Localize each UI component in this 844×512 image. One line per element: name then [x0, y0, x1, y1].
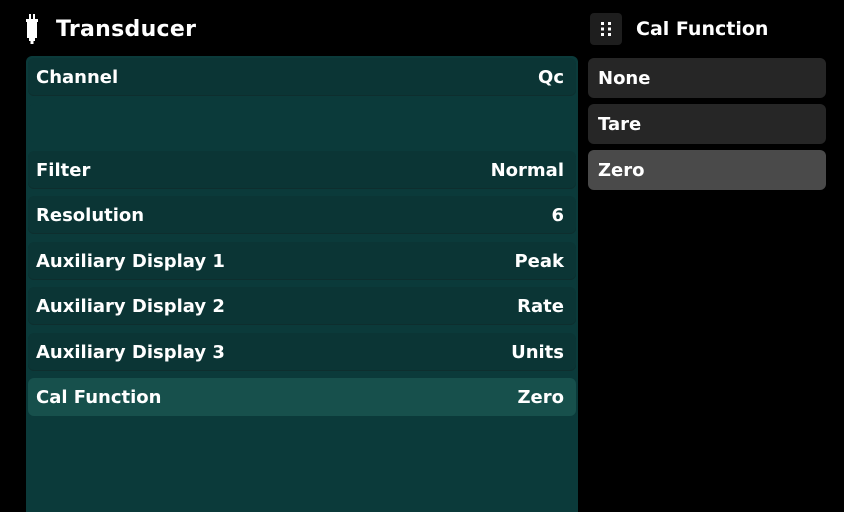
row-value: Rate — [517, 295, 564, 317]
resolution-row[interactable]: Resolution 6 — [28, 196, 576, 234]
option-none[interactable]: None — [588, 58, 826, 98]
row-label: Filter — [36, 159, 91, 181]
filter-row[interactable]: Filter Normal — [28, 151, 576, 189]
grip-icon[interactable] — [590, 13, 622, 45]
row-label: Auxiliary Display 1 — [36, 250, 225, 272]
auxiliary-display-3-row[interactable]: Auxiliary Display 3 Units — [28, 333, 576, 371]
channel-row[interactable]: Channel Qc — [28, 58, 576, 96]
popup-header: Cal Function — [590, 8, 768, 50]
option-zero[interactable]: Zero — [588, 150, 826, 190]
row-label: Channel — [36, 66, 119, 88]
row-value: Qc — [538, 66, 564, 88]
screen: Transducer Channel Qc Filter Normal Reso… — [8, 0, 844, 512]
page-title: Transducer — [56, 16, 197, 42]
option-tare[interactable]: Tare — [588, 104, 826, 144]
popup-title: Cal Function — [636, 18, 769, 40]
row-value: Peak — [514, 250, 564, 272]
row-label: Auxiliary Display 2 — [36, 295, 225, 317]
header: Transducer — [16, 8, 196, 50]
auxiliary-display-1-row[interactable]: Auxiliary Display 1 Peak — [28, 242, 576, 280]
cal-function-row[interactable]: Cal Function Zero — [28, 378, 576, 416]
row-value: 6 — [551, 204, 564, 226]
transducer-icon — [26, 14, 38, 44]
row-label: Resolution — [36, 204, 145, 226]
row-value: Normal — [490, 159, 564, 181]
empty-row — [28, 104, 576, 142]
row-label: Auxiliary Display 3 — [36, 341, 225, 363]
row-label: Cal Function — [36, 386, 162, 408]
row-value: Units — [511, 341, 564, 363]
settings-panel: Channel Qc Filter Normal Resolution 6 Au… — [26, 56, 578, 512]
auxiliary-display-2-row[interactable]: Auxiliary Display 2 Rate — [28, 287, 576, 325]
row-value: Zero — [517, 386, 564, 408]
